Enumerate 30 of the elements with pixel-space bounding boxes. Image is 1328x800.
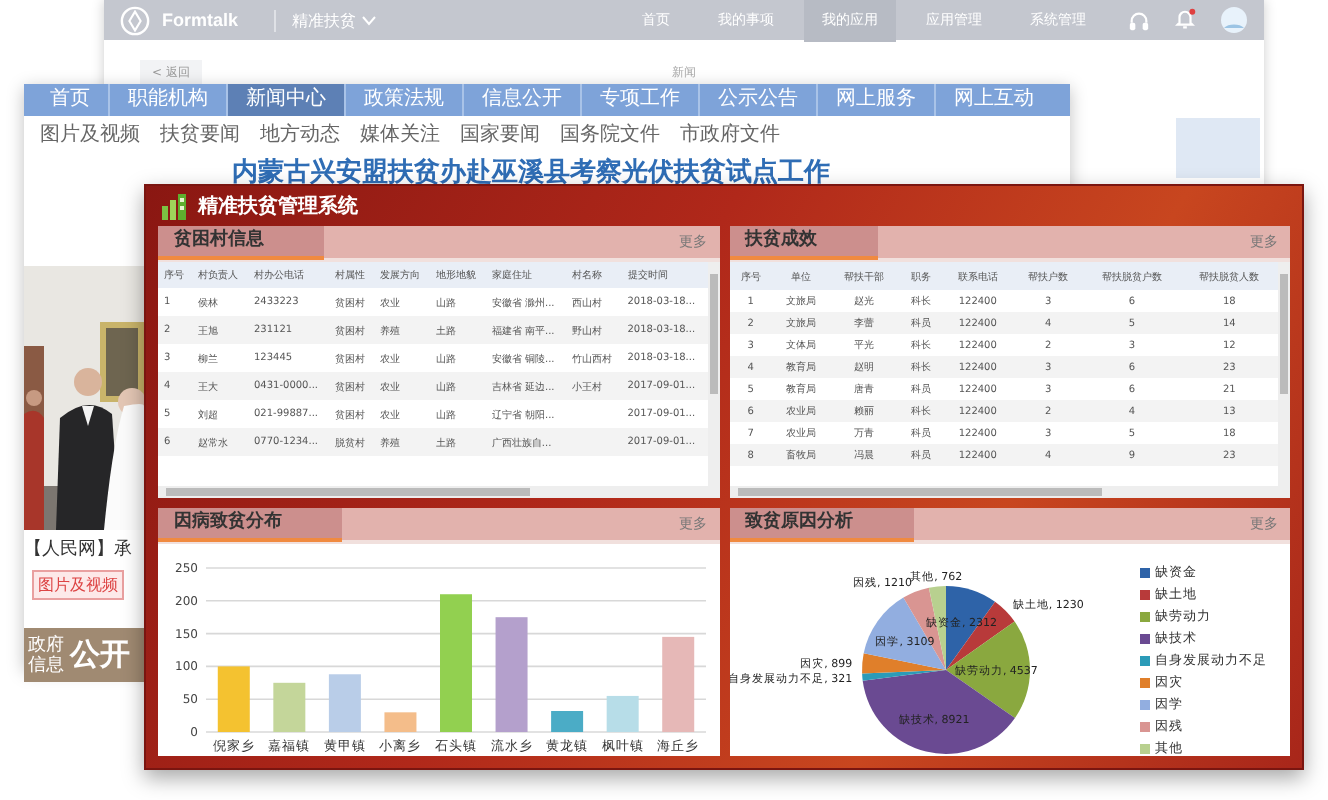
- subnav-link[interactable]: 地方动态: [260, 120, 340, 148]
- panel-title: 因病致贫分布: [158, 508, 342, 542]
- scrollbar[interactable]: [729, 486, 1290, 498]
- subnav-link[interactable]: 国务院文件: [560, 120, 660, 148]
- panel-title: 扶贫成效: [729, 226, 877, 260]
- subnav-link[interactable]: 扶贫要闻: [160, 120, 240, 148]
- panel-title: 贫困村信息: [158, 226, 324, 260]
- scrollbar[interactable]: [707, 262, 719, 486]
- avatar[interactable]: [1220, 6, 1248, 34]
- headset-icon[interactable]: [1128, 9, 1150, 31]
- subnav-link[interactable]: 图片及视频: [40, 120, 140, 148]
- info-panel: [1176, 118, 1260, 178]
- scrollbar[interactable]: [1278, 262, 1290, 486]
- category-button[interactable]: 图片及视频: [32, 570, 124, 600]
- chevron-icon: [362, 15, 377, 25]
- banner-label: 政府 信息: [28, 635, 64, 675]
- app-title: 精准扶贫管理系统: [198, 193, 358, 220]
- banner-title: 公开: [70, 636, 130, 674]
- logo-icon: [120, 5, 150, 35]
- brand-name: Formtalk: [162, 10, 239, 30]
- subnav-link[interactable]: 国家要闻: [460, 120, 540, 148]
- panel-title: 致贫原因分析: [729, 508, 913, 542]
- scrollbar[interactable]: [158, 486, 719, 498]
- nav-link[interactable]: 新闻中心: [228, 84, 346, 116]
- headline[interactable]: 内蒙古兴安盟扶贫办赴巫溪县考察光伏扶贫试点工作: [24, 148, 1070, 190]
- chart-icon: [162, 193, 186, 219]
- subnav-link[interactable]: 媒体关注: [360, 120, 440, 148]
- bell-icon[interactable]: [1174, 8, 1196, 32]
- photo-caption: 【人民网】承: [24, 537, 132, 562]
- subnav-link[interactable]: 市政府文件: [680, 120, 780, 148]
